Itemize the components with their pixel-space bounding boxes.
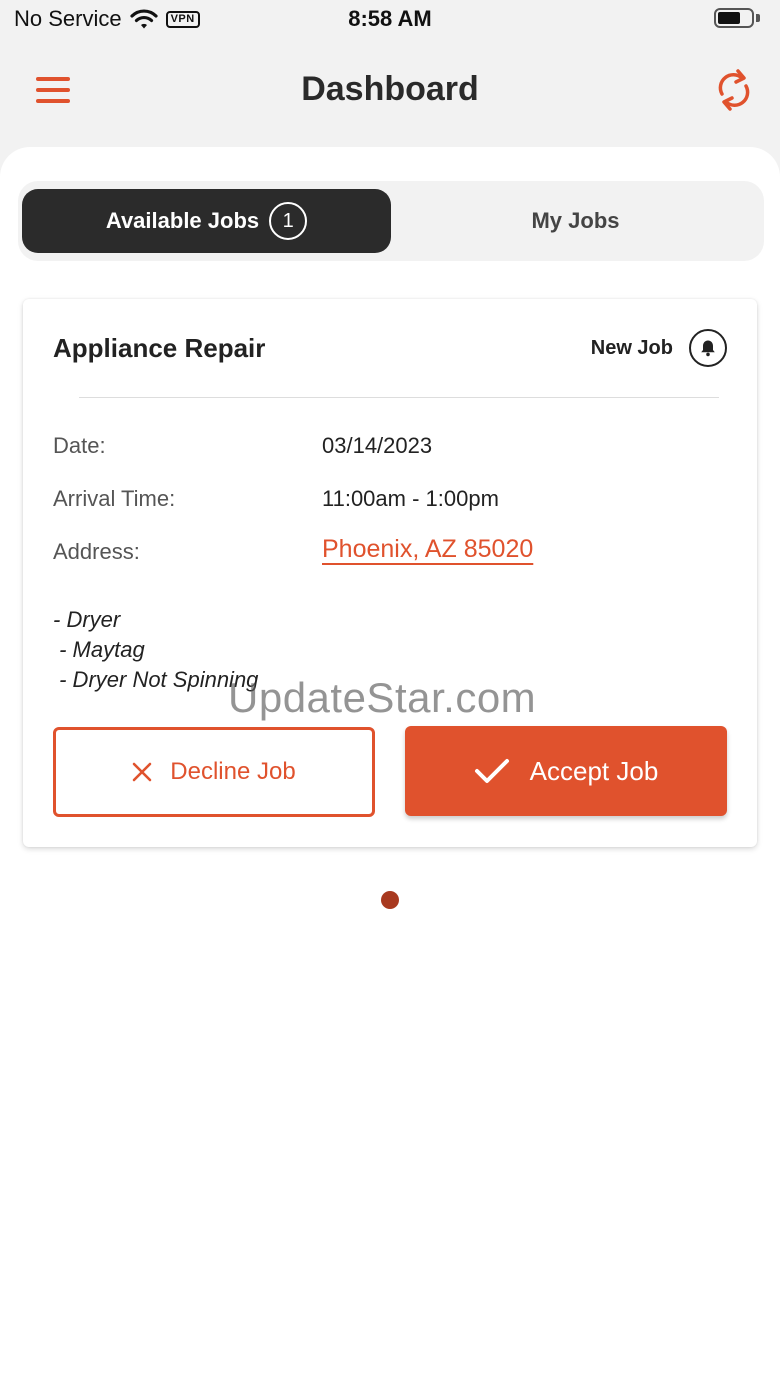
status-bar: No Service VPN 8:58 AM xyxy=(0,0,780,40)
job-title: Appliance Repair xyxy=(53,333,266,363)
main-panel: Available Jobs 1 My Jobs Appliance Repai… xyxy=(0,147,780,1387)
app-header: Dashboard xyxy=(0,50,780,130)
accept-job-button[interactable]: Accept Job xyxy=(405,726,727,816)
address-label: Address: xyxy=(53,539,140,564)
job-tabs: Available Jobs 1 My Jobs xyxy=(18,181,764,261)
job-status: New Job xyxy=(591,329,727,367)
tab-available-jobs[interactable]: Available Jobs 1 xyxy=(22,189,391,253)
pagination-dot-active[interactable] xyxy=(381,891,399,909)
battery-tip xyxy=(756,14,760,22)
decline-job-button[interactable]: Decline Job xyxy=(53,727,375,817)
job-status-label: New Job xyxy=(590,336,673,359)
date-value: 03/14/2023 xyxy=(322,433,433,458)
arrival-time-label: Arrival Time: xyxy=(53,486,176,511)
tab-my-jobs-label: My Jobs xyxy=(531,208,620,233)
card-divider xyxy=(79,397,719,398)
available-jobs-count-badge: 1 xyxy=(269,202,308,240)
tab-my-jobs[interactable]: My Jobs xyxy=(391,189,760,253)
arrival-time-value: 11:00am - 1:00pm xyxy=(322,486,499,511)
status-time: 8:58 AM xyxy=(348,6,432,31)
checkmark-icon xyxy=(474,759,509,783)
job-notes: - Dryer - Maytag - Dryer Not Spinning xyxy=(53,607,259,692)
tab-available-jobs-label: Available Jobs xyxy=(105,208,260,233)
bell-icon[interactable] xyxy=(689,329,727,367)
date-label: Date: xyxy=(53,433,106,458)
address-link[interactable]: Phoenix, AZ 85020 xyxy=(322,535,533,564)
refresh-icon[interactable] xyxy=(710,64,758,116)
job-card: Appliance Repair New Job Date: 03/14/202… xyxy=(23,299,757,847)
decline-job-label: Decline Job xyxy=(170,758,296,785)
battery-icon xyxy=(714,8,754,28)
close-icon xyxy=(132,762,152,782)
battery-level xyxy=(718,12,741,24)
page-title: Dashboard xyxy=(301,70,479,108)
accept-job-label: Accept Job xyxy=(529,755,659,786)
